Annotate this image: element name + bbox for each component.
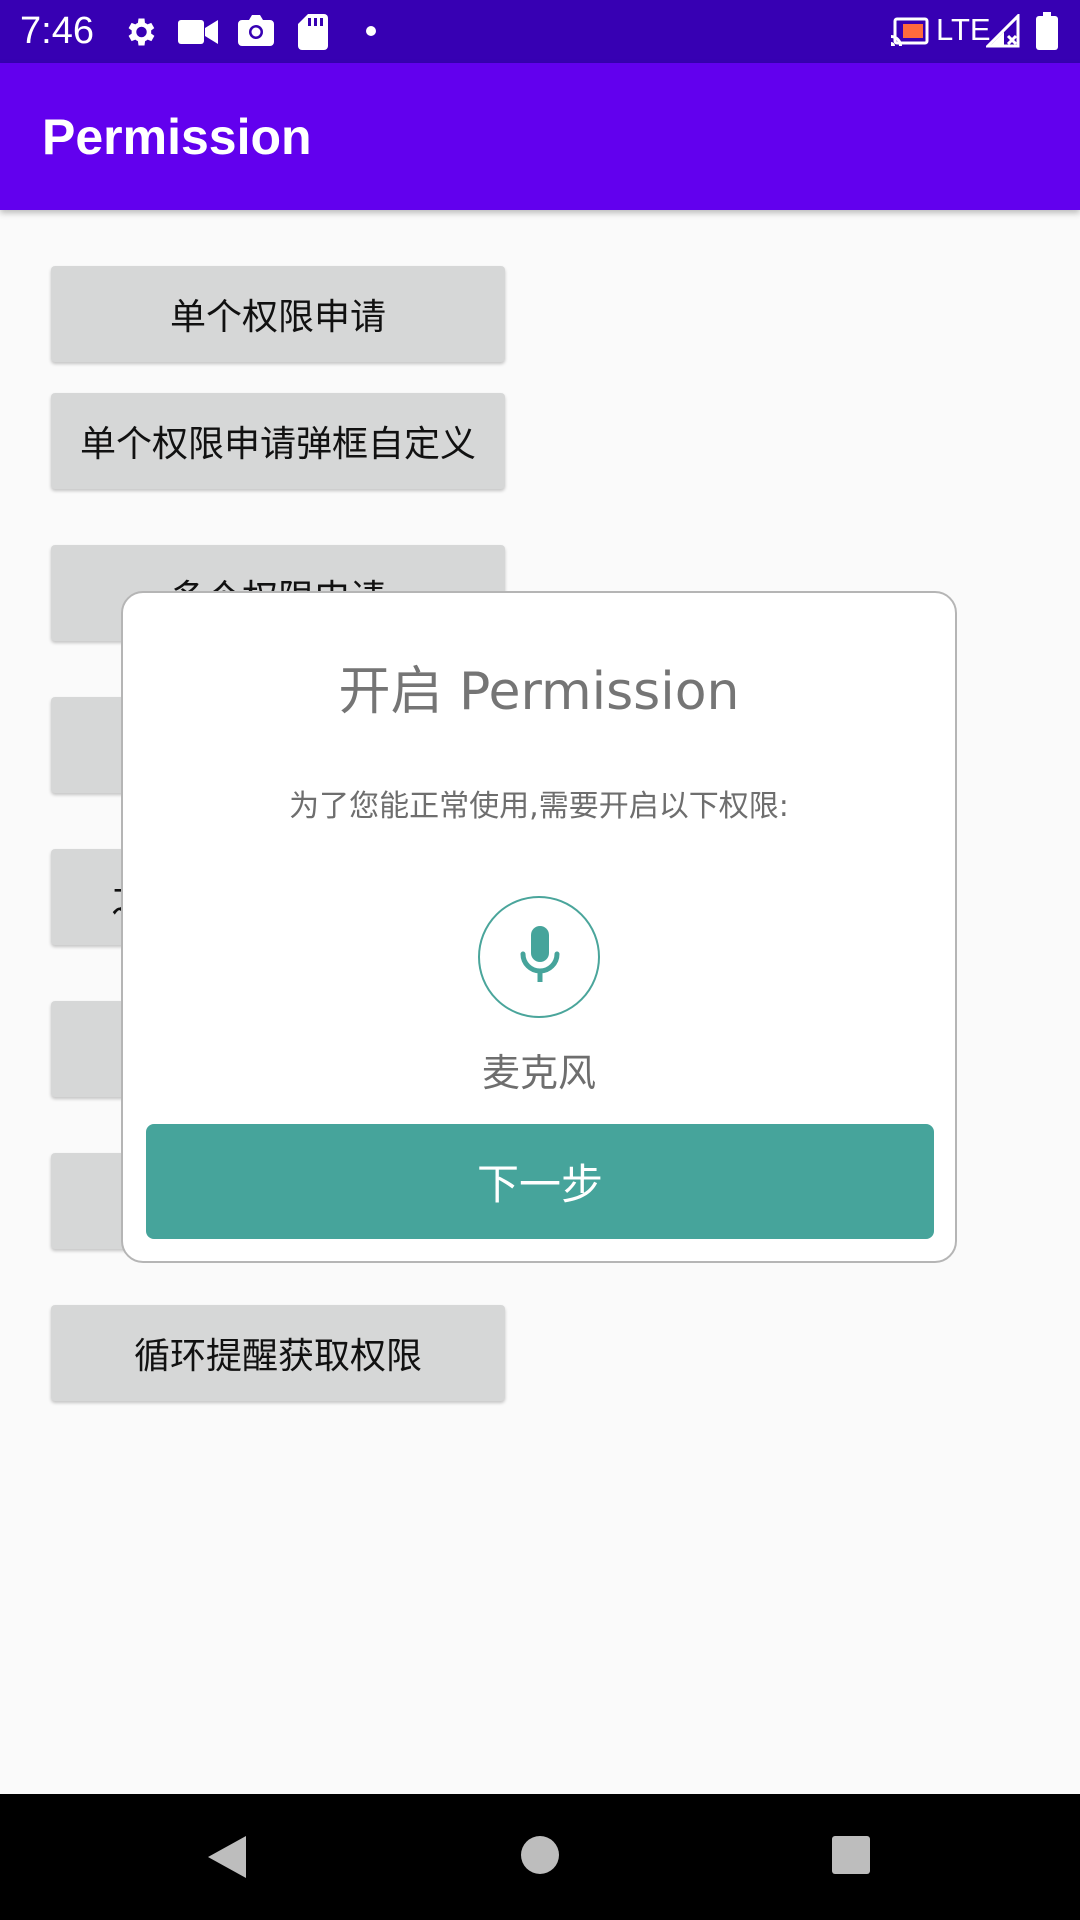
- back-icon[interactable]: [206, 1834, 248, 1884]
- sd-card-icon: [298, 14, 328, 50]
- camera-icon: [238, 14, 274, 48]
- permission-label: 麦克风: [481, 1051, 596, 1095]
- status-time: 7:46: [20, 10, 94, 52]
- single-custom-dialog-button[interactable]: 单个权限申请弹框自定义: [51, 393, 505, 489]
- dialog-title: 开启 Permission: [338, 662, 740, 722]
- single-permission-button[interactable]: 单个权限申请: [51, 266, 505, 362]
- video-camera-icon: [178, 18, 218, 52]
- single-custom-dialog-label: 单个权限申请弹框自定义: [79, 424, 476, 465]
- loop-reminder-label: 循环提醒获取权限: [133, 1336, 422, 1377]
- home-icon[interactable]: [520, 1835, 560, 1879]
- loop-reminder-button[interactable]: 循环提醒获取权限: [51, 1305, 505, 1401]
- network-label: LTE: [936, 12, 991, 47]
- status-bar: 7:46 LTE: [0, 0, 1080, 63]
- recents-icon[interactable]: [831, 1835, 871, 1879]
- single-permission-label: 单个权限申请: [169, 297, 386, 338]
- dialog-subtitle: 为了您能正常使用,需要开启以下权限:: [289, 789, 789, 824]
- screen: 7:46 LTE Permission 单个权限申请 单个权限申请弹框自定义 循…: [0, 0, 1080, 1920]
- app-bar: Permission: [0, 63, 1080, 210]
- dot-icon: [366, 26, 376, 60]
- microphone-icon: [520, 926, 560, 982]
- battery-icon: [1036, 12, 1058, 50]
- permission-item: [478, 896, 600, 1018]
- permission-dialog: 开启 Permission 为了您能正常使用,需要开启以下权限: 麦克风 下一步: [121, 591, 957, 1263]
- navigation-bar: [0, 1794, 1080, 1920]
- settings-icon: [122, 14, 158, 48]
- cast-icon: [889, 16, 929, 50]
- signal-icon: [986, 14, 1020, 48]
- next-step-button[interactable]: 下一步: [146, 1124, 934, 1239]
- app-title: Permission: [42, 109, 312, 165]
